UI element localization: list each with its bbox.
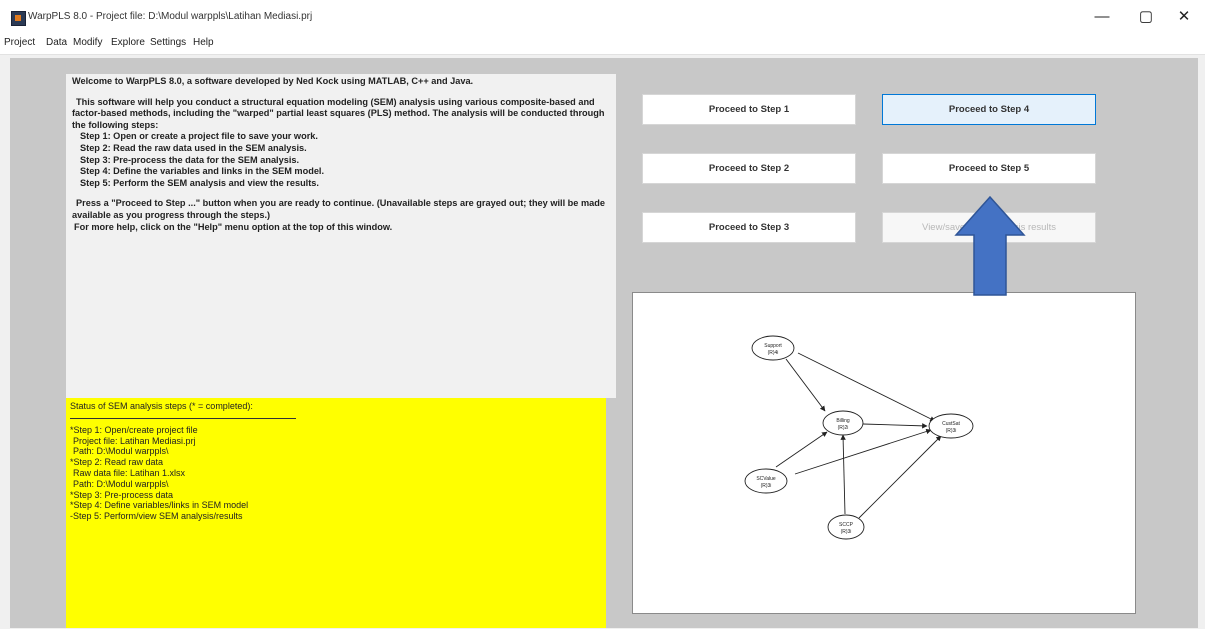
proceed-step-3-button[interactable]: Proceed to Step 3 bbox=[642, 212, 856, 243]
status-line: Project file: Latihan Mediasi.prj bbox=[73, 435, 196, 446]
support-meta: (R)4i bbox=[768, 350, 779, 356]
status-line: *Step 2: Read raw data bbox=[70, 457, 164, 468]
custsat-meta: (R)3i bbox=[946, 428, 957, 434]
welcome-description: This software will help you conduct a st… bbox=[72, 96, 605, 130]
status-heading: Status of SEM analysis steps (* = comple… bbox=[70, 401, 253, 411]
billing-label: Billing bbox=[836, 418, 850, 424]
path-billing-custsat bbox=[862, 423, 928, 429]
scvalue-meta: (R)3i bbox=[761, 483, 772, 489]
path-scvalue-billing bbox=[775, 431, 828, 468]
welcome-intro: Welcome to WarpPLS 8.0, a software devel… bbox=[72, 76, 474, 86]
welcome-help-hint: For more help, click on the "Help" menu … bbox=[74, 221, 393, 232]
proceed-step-4-button[interactable]: Proceed to Step 4 bbox=[882, 94, 1096, 125]
status-panel: Status of SEM analysis steps (* = comple… bbox=[66, 398, 606, 628]
menu-project[interactable]: Project bbox=[4, 37, 35, 48]
status-line: Raw data file: Latihan 1.xlsx bbox=[73, 467, 186, 478]
welcome-instruction: Press a "Proceed to Step ..." button whe… bbox=[72, 198, 605, 220]
path-support-custsat bbox=[797, 352, 936, 422]
sem-model-diagram: Support (R)4i Billing (R)2i CustSat (R)3… bbox=[744, 335, 974, 540]
menu-explore[interactable]: Explore bbox=[111, 37, 145, 48]
main-window: Welcome to WarpPLS 8.0, a software devel… bbox=[10, 58, 1198, 628]
up-arrow-icon bbox=[954, 195, 1026, 296]
minimize-icon[interactable]: — bbox=[1084, 6, 1120, 28]
welcome-step-2: Step 2: Read the raw data used in the SE… bbox=[80, 142, 307, 153]
proceed-step-1-button[interactable]: Proceed to Step 1 bbox=[642, 94, 856, 125]
proceed-step-5-button[interactable]: Proceed to Step 5 bbox=[882, 153, 1096, 184]
menu-data[interactable]: Data bbox=[46, 37, 67, 48]
welcome-step-1: Step 1: Open or create a project file to… bbox=[80, 131, 318, 142]
custsat-label: CustSat bbox=[942, 421, 960, 427]
status-divider bbox=[70, 417, 296, 419]
path-support-billing bbox=[785, 358, 826, 412]
welcome-text-panel: Welcome to WarpPLS 8.0, a software devel… bbox=[66, 74, 616, 398]
path-sccp-billing bbox=[840, 434, 846, 515]
close-icon[interactable]: ✕ bbox=[1166, 6, 1202, 28]
maximize-icon[interactable]: ▢ bbox=[1128, 6, 1164, 28]
menu-modify[interactable]: Modify bbox=[73, 37, 102, 48]
billing-meta: (R)2i bbox=[838, 425, 849, 431]
app-icon bbox=[11, 11, 26, 26]
model-diagram-panel: Support (R)4i Billing (R)2i CustSat (R)3… bbox=[632, 292, 1136, 614]
status-line: Path: D:\Modul warppls\ bbox=[73, 478, 169, 489]
path-scvalue-custsat bbox=[794, 428, 932, 475]
window-title: WarpPLS 8.0 - Project file: D:\Modul war… bbox=[28, 11, 313, 22]
title-bar: WarpPLS 8.0 - Project file: D:\Modul war… bbox=[0, 0, 1205, 34]
status-line: *Step 4: Define variables/links in SEM m… bbox=[70, 500, 249, 511]
welcome-step-3: Step 3: Pre-process the data for the SEM… bbox=[80, 154, 300, 165]
sccp-meta: (R)3i bbox=[841, 529, 852, 535]
status-line: *Step 3: Pre-process data bbox=[70, 489, 174, 500]
menu-help[interactable]: Help bbox=[193, 37, 214, 48]
status-line: -Step 5: Perform/view SEM analysis/resul… bbox=[70, 511, 243, 522]
scvalue-label: SCValue bbox=[756, 476, 776, 482]
welcome-step-5: Step 5: Perform the SEM analysis and vie… bbox=[80, 177, 319, 188]
sccp-label: SCCP bbox=[839, 522, 854, 528]
menu-settings[interactable]: Settings bbox=[150, 37, 186, 48]
support-label: Support bbox=[764, 343, 782, 349]
status-line: *Step 1: Open/create project file bbox=[70, 424, 198, 435]
status-line: Path: D:\Modul warppls\ bbox=[73, 446, 169, 457]
welcome-step-4: Step 4: Define the variables and links i… bbox=[80, 166, 325, 177]
proceed-step-2-button[interactable]: Proceed to Step 2 bbox=[642, 153, 856, 184]
path-sccp-custsat bbox=[858, 435, 942, 519]
menu-bar: Project Data Modify Explore Settings Hel… bbox=[0, 34, 1205, 55]
